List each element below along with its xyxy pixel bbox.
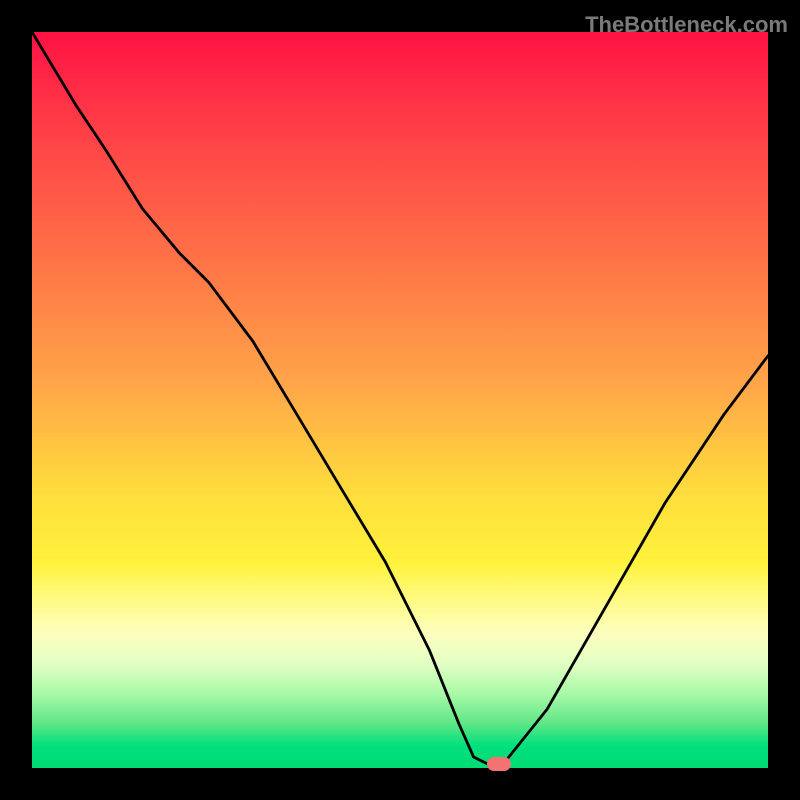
attribution-text: TheBottleneck.com (585, 12, 788, 38)
curve-path (32, 32, 768, 764)
bottleneck-curve (32, 32, 768, 768)
chart-container: TheBottleneck.com (0, 0, 800, 800)
plot-gradient-area (32, 32, 768, 768)
optimal-marker (487, 757, 511, 771)
